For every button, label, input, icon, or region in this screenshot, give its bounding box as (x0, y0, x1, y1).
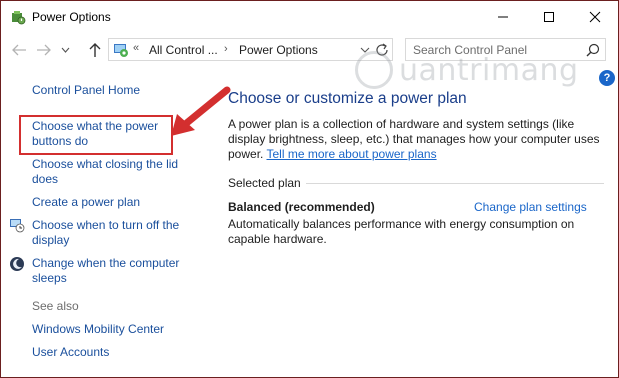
minimize-button[interactable] (480, 1, 526, 33)
sidebar-item-turn-off-display[interactable]: Choose when to turn off the display (32, 218, 179, 248)
watermark-circle-icon (355, 51, 393, 89)
sidebar-item-label-line2: does (32, 172, 59, 186)
sidebar-item-label-line1: Change when the computer (32, 256, 180, 270)
monitor-clock-icon (9, 217, 25, 233)
sidebar-item-label-line2: display (32, 233, 70, 247)
breadcrumb-all-control-panel[interactable]: All Control ... (149, 43, 218, 57)
sidebar-item-closing-lid[interactable]: Choose what closing the lid does (32, 157, 178, 187)
user-accounts-link[interactable]: User Accounts (32, 345, 109, 360)
power-options-icon (10, 9, 26, 25)
plan-description: Automatically balances performance with … (228, 217, 575, 246)
page-title: Choose or customize a power plan (228, 90, 467, 107)
help-icon[interactable]: ? (599, 70, 615, 86)
forward-button[interactable] (34, 40, 54, 60)
address-bar[interactable]: « All Control ... › Power Options (108, 38, 393, 61)
sidebar-item-label-line1: Choose when to turn off the (32, 218, 180, 232)
selected-plan-heading: Selected plan (228, 176, 301, 190)
control-panel-home-link[interactable]: Control Panel Home (32, 83, 140, 98)
sidebar-item-label-line2: sleeps (32, 271, 67, 285)
up-button[interactable] (85, 40, 105, 60)
section-divider (306, 183, 604, 184)
breadcrumb-separator[interactable]: › (224, 43, 228, 55)
back-button[interactable] (9, 40, 29, 60)
maximize-button[interactable] (526, 1, 572, 33)
title-bar: Power Options (1, 1, 618, 33)
watermark-text: uantrimang (399, 53, 579, 88)
learn-more-link[interactable]: Tell me more about power plans (266, 147, 436, 161)
power-options-window: Power Options « All Control ... › Power … (0, 0, 619, 378)
highlight-box (19, 115, 173, 155)
sidebar-item-label-line1: Choose what closing the lid (32, 157, 179, 171)
red-arrow-icon (171, 86, 231, 136)
plan-name: Balanced (recommended) (228, 200, 375, 214)
moon-icon (9, 256, 25, 272)
see-also-heading: See also (32, 299, 79, 313)
breadcrumb-power-options[interactable]: Power Options (239, 43, 318, 57)
search-icon[interactable] (586, 43, 600, 57)
sidebar-item-label-line1: Create a power plan (32, 195, 141, 209)
window-title: Power Options (32, 10, 111, 24)
control-panel-icon (113, 42, 129, 58)
sidebar-item-create-plan[interactable]: Create a power plan (32, 195, 140, 210)
recent-locations-dropdown[interactable] (59, 40, 71, 60)
change-plan-settings-link[interactable]: Change plan settings (474, 200, 587, 214)
page-description: A power plan is a collection of hardware… (228, 117, 600, 162)
sidebar-item-computer-sleeps[interactable]: Change when the computer sleeps (32, 256, 179, 286)
windows-mobility-center-link[interactable]: Windows Mobility Center (32, 322, 164, 337)
address-overflow-chevron[interactable]: « (133, 42, 139, 54)
close-button[interactable] (572, 1, 618, 33)
